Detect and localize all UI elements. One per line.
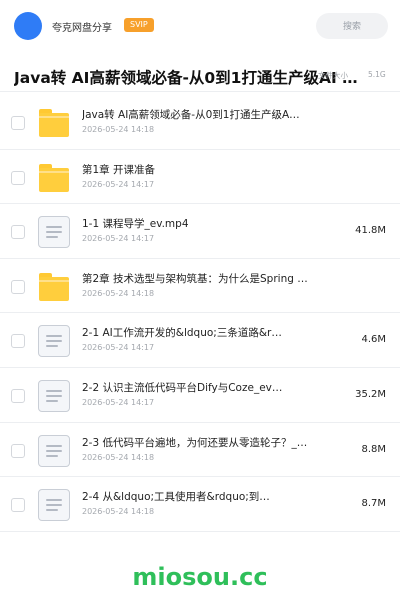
list-item[interactable]: 2-1 AI工作流开发的&ldquo;三条道路&r… 2026-05-24 14:… [0,313,400,368]
file-size: 8.8M [361,443,386,455]
file-size: 4.6M [361,334,386,346]
select-checkbox[interactable] [11,170,25,185]
avatar[interactable] [14,12,42,40]
file-date: 2026-05-24 14:17 [82,343,155,353]
file-name[interactable]: Java转 AI高薪领域必备-从0到1打通生产级A… [82,107,312,122]
file-name[interactable]: 1-1 课程导学_ev.mp4 [82,216,312,231]
folder-icon [38,162,70,194]
document-icon [38,325,70,358]
file-name[interactable]: 第2章 技术选型与架构筑基：为什么是Spring … [82,271,312,286]
select-checkbox[interactable] [11,334,25,349]
folder-icon [38,271,70,303]
list-item[interactable]: Java转 AI高薪领域必备-从0到1打通生产级A… 2026-05-24 14:… [0,95,400,150]
meta-size: 5.1G [368,70,386,79]
file-size: 41.8M [355,225,386,237]
file-date: 2026-05-24 14:17 [82,179,155,189]
file-date: 2026-05-24 14:18 [82,507,155,517]
file-name[interactable]: 2-1 AI工作流开发的&ldquo;三条道路&r… [82,325,312,340]
file-size: 8.7M [361,498,386,510]
document-icon [38,216,70,249]
file-name[interactable]: 2-4 从&ldquo;工具使用者&rdquo;到… [82,489,312,504]
watermark: miosou.cc [132,563,268,591]
select-checkbox[interactable] [11,279,25,294]
document-icon [38,379,70,412]
select-checkbox[interactable] [11,225,25,240]
search-input[interactable]: 搜索 [316,13,388,39]
file-date: 2026-05-24 14:17 [82,397,155,407]
select-checkbox[interactable] [11,116,25,130]
folder-title-row: Java转 AI高薪领域必备-从0到1打通生产级AI Agent 文件大小 5.… [0,58,400,92]
file-size: 35.2M [355,388,386,400]
list-item[interactable]: 1-1 课程导学_ev.mp4 2026-05-24 14:17 41.8M [0,204,400,259]
page-title: Java转 AI高薪领域必备-从0到1打通生产级AI Agent [14,69,366,87]
file-name[interactable]: 第1章 开课准备 [82,162,312,177]
list-item[interactable]: 第1章 开课准备 2026-05-24 14:17 [0,150,400,205]
list-item[interactable]: 2-3 低代码平台遍地，为何还要从零造轮子？_ev… 2026-05-24 14:… [0,423,400,478]
list-item[interactable]: 第2章 技术选型与架构筑基：为什么是Spring … 2026-05-24 14:… [0,259,400,314]
file-date: 2026-05-24 14:17 [82,234,155,244]
meta-label: 文件大小 [318,71,348,80]
file-name[interactable]: 2-3 低代码平台遍地，为何还要从零造轮子？_ev… [82,435,312,450]
file-date: 2026-05-24 14:18 [82,125,155,134]
select-checkbox[interactable] [11,443,25,458]
site-name: 夸克网盘分享 [52,23,112,34]
list-item[interactable]: 2-4 从&ldquo;工具使用者&rdquo;到… 2026-05-24 14:… [0,477,400,532]
select-checkbox[interactable] [11,498,25,513]
select-checkbox[interactable] [11,388,25,403]
document-icon [38,489,70,522]
svip-badge: SVIP [124,18,154,32]
header: 夸克网盘分享 SVIP 搜索 [0,0,400,52]
file-date: 2026-05-24 14:18 [82,288,155,298]
file-name[interactable]: 2-2 认识主流低代码平台Dify与Coze_ev… [82,380,312,395]
share-page: 夸克网盘分享 SVIP 搜索 Java转 AI高薪领域必备-从0到1打通生产级A… [0,0,400,600]
folder-icon [38,107,70,139]
file-list: Java转 AI高薪领域必备-从0到1打通生产级A… 2026-05-24 14:… [0,95,400,532]
document-icon [38,434,70,467]
file-date: 2026-05-24 14:18 [82,452,155,462]
list-item[interactable]: 2-2 认识主流低代码平台Dify与Coze_ev… 2026-05-24 14:… [0,368,400,423]
